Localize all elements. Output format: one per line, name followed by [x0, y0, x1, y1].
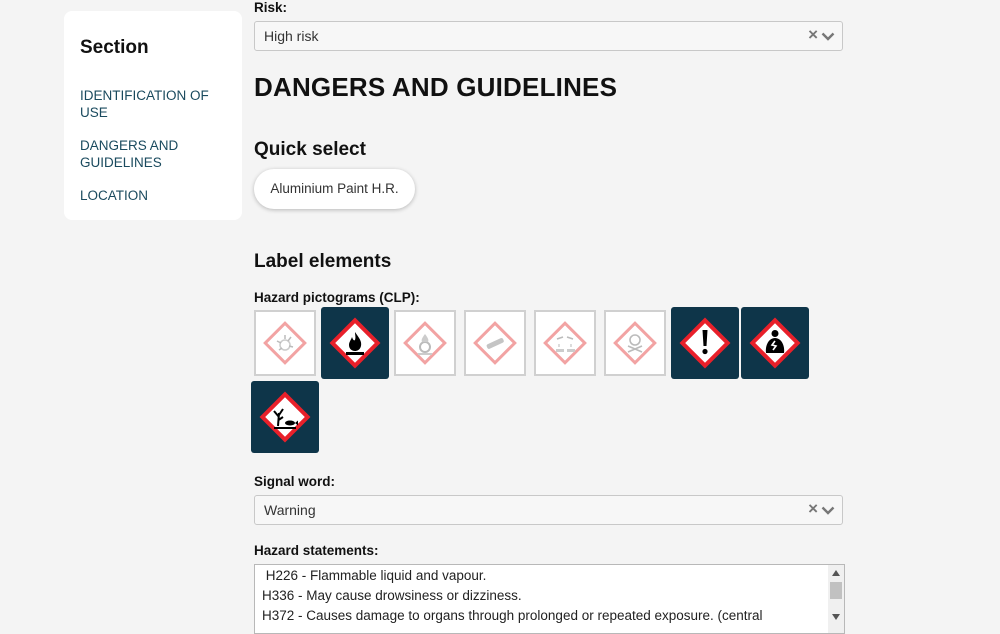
- hazard-statement-line: H336 - May cause drowsiness or dizziness…: [262, 588, 522, 603]
- skull-crossbones-icon: [613, 321, 657, 365]
- scroll-thumb[interactable]: [830, 582, 842, 599]
- clear-icon[interactable]: ×: [808, 25, 818, 45]
- oxidising-pictogram[interactable]: [394, 310, 456, 376]
- scroll-down-arrow-icon[interactable]: [832, 614, 840, 620]
- gas-cylinder-icon: [473, 321, 517, 365]
- risk-label: Risk:: [254, 0, 288, 15]
- explosive-pictogram[interactable]: [254, 310, 316, 376]
- clear-icon[interactable]: ×: [808, 499, 818, 519]
- section-sidebar: Section IDENTIFICATION OF USE DANGERS AN…: [64, 11, 242, 220]
- exclamation-pictogram[interactable]: [671, 307, 739, 379]
- risk-value: High risk: [264, 28, 319, 44]
- signal-word-select[interactable]: Warning ×: [254, 495, 843, 525]
- hazard-statement-line: H372 - Causes damage to organs through p…: [262, 608, 763, 623]
- sidebar-title: Section: [80, 37, 149, 58]
- environment-pictogram[interactable]: [251, 381, 319, 453]
- sidebar-item-location[interactable]: LOCATION: [80, 187, 230, 204]
- hazard-statement-line: H226 - Flammable liquid and vapour.: [262, 568, 487, 583]
- toxic-skull-pictogram[interactable]: [604, 310, 666, 376]
- signal-word-label: Signal word:: [254, 474, 335, 489]
- gas-cylinder-pictogram[interactable]: [464, 310, 526, 376]
- page-title: DANGERS AND GUIDELINES: [254, 72, 618, 102]
- explosive-icon: [263, 321, 307, 365]
- dead-tree-fish-icon: [259, 391, 311, 443]
- flame-over-circle-icon: [403, 321, 447, 365]
- corrosion-icon: [543, 321, 587, 365]
- scroll-up-arrow-icon[interactable]: [832, 570, 840, 576]
- corrosive-pictogram[interactable]: [534, 310, 596, 376]
- health-hazard-icon: [749, 317, 801, 369]
- quick-select-title: Quick select: [254, 139, 366, 160]
- chevron-down-icon[interactable]: [821, 32, 835, 41]
- sidebar-item-identification[interactable]: IDENTIFICATION OF USE: [80, 87, 230, 121]
- exclamation-mark-icon: [679, 317, 731, 369]
- hazard-statements-textarea[interactable]: H226 - Flammable liquid and vapour. H336…: [254, 564, 845, 634]
- hazard-statements-label: Hazard statements:: [254, 543, 379, 558]
- quick-select-chip[interactable]: Aluminium Paint H.R.: [254, 169, 415, 209]
- flammable-pictogram[interactable]: [321, 307, 389, 379]
- flame-icon: [329, 317, 381, 369]
- textarea-scrollbar[interactable]: [828, 565, 844, 633]
- signal-word-value: Warning: [264, 502, 316, 518]
- health-hazard-pictogram[interactable]: [741, 307, 809, 379]
- label-elements-title: Label elements: [254, 251, 392, 272]
- sidebar-item-dangers[interactable]: DANGERS AND GUIDELINES: [80, 137, 230, 171]
- hazard-pictograms-label: Hazard pictograms (CLP):: [254, 290, 420, 305]
- risk-select[interactable]: High risk ×: [254, 21, 843, 51]
- chevron-down-icon[interactable]: [821, 506, 835, 515]
